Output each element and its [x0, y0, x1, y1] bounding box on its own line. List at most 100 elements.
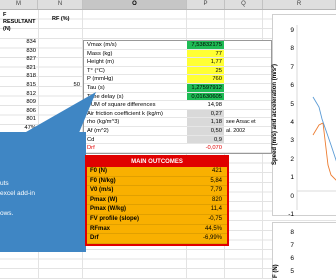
speed-acceleration-chart[interactable]: Speed (m/s) and acceleration (m/s²) 9876… [272, 14, 336, 218]
column-header-r[interactable]: R [263, 0, 336, 9]
column-header-m[interactable]: M [0, 0, 38, 9]
input-note [224, 110, 271, 118]
outcome-value[interactable]: 11,4 [185, 205, 227, 214]
input-value[interactable]: 0,9 [187, 135, 224, 144]
force-axis-title: F (N) [273, 264, 279, 278]
cell-m-value[interactable]: 821 [2, 65, 36, 72]
input-row: Vmax (m/s) 7,53832175 [84, 41, 271, 50]
input-value[interactable]: 14,98 [187, 101, 224, 109]
cell-m-value[interactable]: 827 [2, 56, 36, 63]
cell-m-value[interactable]: 830 [2, 48, 36, 55]
input-note: see Arsac et [226, 119, 256, 126]
outcome-label[interactable]: FV profile (slope) [87, 215, 185, 224]
input-value[interactable]: 1,27597912 [187, 83, 224, 92]
y-tick-label: 8 [290, 229, 294, 236]
outcome-value[interactable]: 44,5% [185, 225, 227, 234]
input-label[interactable]: P (mmHg) [84, 75, 187, 83]
input-label[interactable]: Air friction coefficient k (kg/m) [84, 110, 187, 118]
cell-m-value[interactable]: 809 [2, 99, 36, 106]
input-label[interactable]: Vmax (m/s) [84, 41, 187, 49]
input-row: Air friction coefficient k (kg/m) 0,27 [84, 109, 271, 119]
input-value[interactable]: 7,53832175 [187, 41, 224, 49]
input-row: Tau (s) 1,27597912 [84, 83, 271, 93]
cell-m-value[interactable]: 815 [2, 82, 36, 89]
input-label[interactable]: Drf [84, 144, 187, 152]
main-outcomes-title: MAIN OUTCOMES [87, 157, 227, 167]
column-header-p[interactable]: P [187, 0, 225, 9]
input-note [224, 50, 271, 58]
cell-n-value[interactable]: 47% [40, 125, 80, 132]
column-header-o[interactable]: O [83, 0, 187, 9]
y-tick-label: 7 [290, 242, 294, 249]
cell-m-value[interactable]: 806 [2, 108, 36, 115]
outcome-row: V0 (m/s) 7,79 [87, 186, 227, 196]
cell-n-value[interactable]: 50 [40, 82, 80, 89]
speed-acceleration-plot [296, 25, 336, 210]
input-parameters-table: Vmax (m/s) 7,53832175 Mass (kg) 77 Height (m… [83, 40, 272, 154]
outcome-row: RFmax 44,5% [87, 225, 227, 235]
header-f-resultant[interactable]: F RESULTANT (N) [3, 12, 37, 33]
cell-m-value[interactable]: 801 [2, 117, 36, 123]
callout-line-3: ows. [0, 210, 14, 217]
column-header-n[interactable]: N [38, 0, 83, 9]
column-header-q[interactable]: Q [225, 0, 263, 9]
callout-line-2: excel add-in [0, 190, 36, 197]
outcome-label[interactable]: F0 (N) [87, 167, 185, 176]
outcome-value[interactable]: -6,99% [185, 234, 227, 243]
y-tick-label: 6 [290, 255, 294, 262]
outcome-value[interactable]: 7,79 [185, 186, 227, 195]
cell-m-value[interactable]: 834 [2, 39, 36, 46]
input-label[interactable]: Mass (kg) [84, 50, 187, 58]
input-row: Cd 0,9 [84, 135, 271, 145]
outcome-label[interactable]: Pmax (W/kg) [87, 205, 185, 214]
outcome-value[interactable]: 421 [185, 167, 227, 176]
outcome-label[interactable]: F0 (N/kg) [87, 177, 185, 186]
input-label[interactable]: T° (°C) [84, 67, 187, 75]
input-value[interactable]: 25 [187, 66, 224, 75]
input-value[interactable]: 0,50 [187, 126, 224, 135]
input-note [224, 101, 271, 109]
input-label[interactable]: rho (kg/m^3) [84, 118, 187, 126]
input-note [224, 144, 271, 152]
input-row: Time delay (s) 0,01630605 [84, 92, 271, 102]
input-label[interactable]: SUM of square differences [84, 101, 187, 109]
input-value[interactable]: 1,18 [187, 118, 224, 126]
outcome-row: FV profile (slope) -0,75 [87, 215, 227, 225]
speed-series [312, 122, 336, 181]
input-row: T° (°C) 25 [84, 66, 271, 76]
input-note [224, 136, 271, 144]
y-tick-label: 5 [290, 268, 294, 275]
outcome-label[interactable]: RFmax [87, 225, 185, 234]
cell-m-value[interactable]: 47% [2, 125, 36, 132]
header-rf[interactable]: RF (%) [52, 16, 69, 23]
outcome-row: F0 (N/kg) 5,84 [87, 177, 227, 187]
input-note [224, 41, 271, 49]
input-label[interactable]: Cd [84, 136, 187, 144]
cell-m-value[interactable]: 818 [2, 74, 36, 80]
input-label[interactable]: Time delay (s) [84, 93, 187, 101]
input-row: Mass (kg) 77 [84, 49, 271, 59]
input-note [224, 58, 271, 66]
input-value[interactable]: 1,77 [187, 58, 224, 66]
outcome-label[interactable]: Drf [87, 234, 185, 243]
outcome-value[interactable]: 820 [185, 196, 227, 205]
input-value[interactable]: 760 [187, 75, 224, 83]
main-outcomes-table: MAIN OUTCOMES F0 (N) 421 F0 (N/kg) 5,84 V0 (… [85, 155, 229, 246]
callout-line-1: uts [0, 180, 9, 187]
cell-m-value[interactable]: 812 [2, 91, 36, 98]
input-row: Af (m^2) 0,50 al. 2002 [84, 126, 271, 136]
input-label[interactable]: Af (m^2) [84, 127, 187, 135]
outcome-value[interactable]: 5,84 [185, 177, 227, 186]
input-row: rho (kg/m^3) 1,18 see Arsac et [84, 118, 271, 127]
outcome-label[interactable]: V0 (m/s) [87, 186, 185, 195]
input-row: P (mmHg) 760 [84, 75, 271, 84]
input-label[interactable]: Height (m) [84, 58, 187, 66]
input-value[interactable]: 77 [187, 49, 224, 58]
force-chart[interactable]: F (N) 8 7 6 5 [272, 222, 336, 280]
input-value[interactable]: 0,27 [187, 109, 224, 118]
input-label[interactable]: Tau (s) [84, 84, 187, 92]
outcome-value[interactable]: -0,75 [185, 215, 227, 224]
input-value[interactable]: -0,070 [187, 144, 224, 152]
input-value[interactable]: 0,01630605 [187, 92, 224, 101]
outcome-label[interactable]: Pmax (W) [87, 196, 185, 205]
